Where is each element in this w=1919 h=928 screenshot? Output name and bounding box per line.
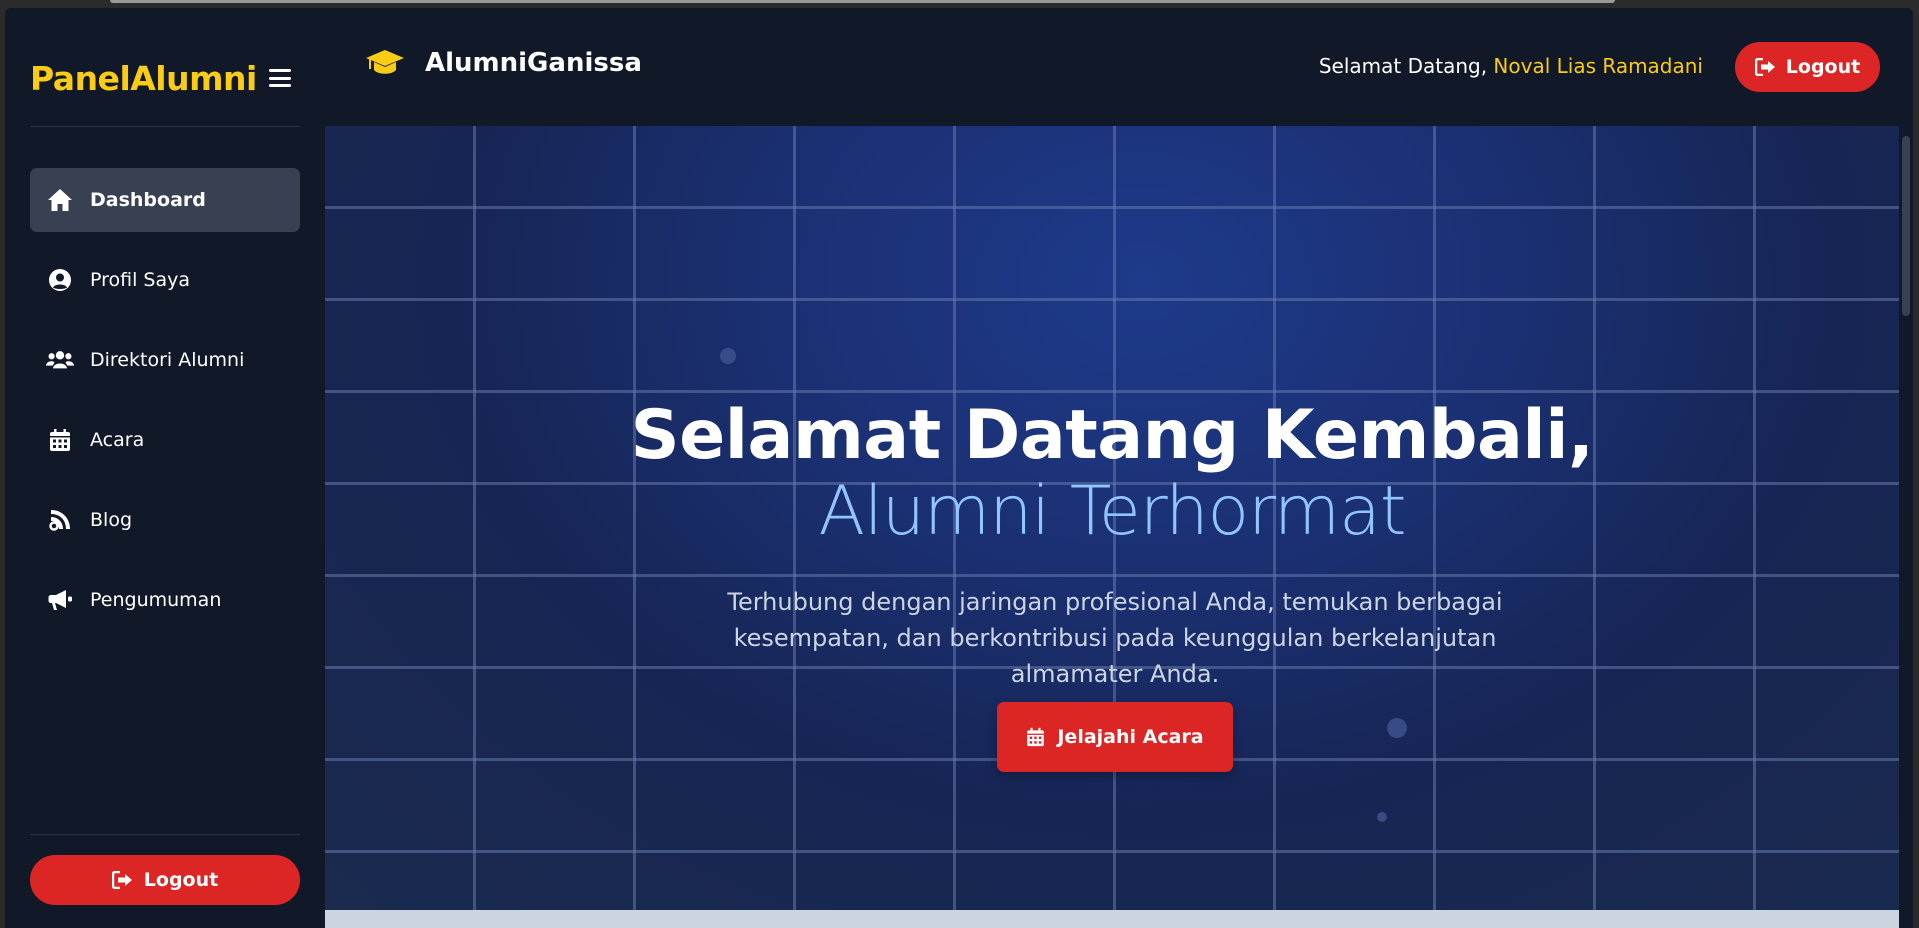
explore-events-button[interactable]: Jelajahi Acara — [997, 702, 1233, 772]
sign-out-icon — [111, 871, 134, 889]
sidebar-item-blog[interactable]: Blog — [30, 488, 300, 552]
sidebar-item-direktori-alumni[interactable]: Direktori Alumni — [30, 328, 300, 392]
sidebar-divider-top — [30, 126, 300, 127]
hero-description: Terhubung dengan jaringan profesional An… — [727, 588, 1503, 688]
content-bottom-strip — [325, 910, 1899, 928]
sidebar-item-dashboard[interactable]: Dashboard — [30, 168, 300, 232]
app-title-text: AlumniGanissa — [425, 48, 642, 78]
sidebar-item-label: Acara — [90, 429, 145, 451]
sidebar-divider-bottom — [30, 834, 300, 835]
home-icon — [46, 186, 74, 214]
sidebar-item-label: Profil Saya — [90, 269, 191, 291]
sidebar-logout-label: Logout — [143, 869, 219, 891]
hero-title: Selamat Datang Kembali, — [630, 396, 1594, 475]
sidebar: PanelAlumni Dashboard Profil Saya Direkt… — [5, 8, 325, 928]
sidebar-item-label: Blog — [90, 509, 132, 531]
sign-out-icon — [1754, 58, 1777, 76]
sidebar-item-label: Direktori Alumni — [90, 349, 245, 371]
app-window: PanelAlumni Dashboard Profil Saya Direkt… — [5, 8, 1913, 928]
explore-events-label: Jelajahi Acara — [1057, 726, 1204, 748]
welcome-message: Selamat Datang, Noval Lias Ramadani — [1319, 54, 1703, 78]
blog-icon — [46, 506, 74, 534]
sidebar-item-profil-saya[interactable]: Profil Saya — [30, 248, 300, 312]
window-top-edge — [110, 0, 1615, 3]
scrollbar-thumb[interactable] — [1902, 136, 1910, 316]
header-logout-label: Logout — [1785, 56, 1861, 78]
app-title: AlumniGanissa — [365, 48, 642, 78]
user-circle-icon — [46, 266, 74, 294]
top-header: AlumniGanissa Selamat Datang, Noval Lias… — [325, 8, 1913, 126]
decorative-dot — [1377, 812, 1387, 822]
sidebar-item-label: Pengumuman — [90, 589, 222, 611]
users-icon — [46, 346, 74, 374]
decorative-dot — [720, 348, 736, 364]
welcome-prefix: Selamat Datang, — [1318, 54, 1488, 78]
sidebar-brand-row: PanelAlumni — [30, 58, 291, 98]
megaphone-icon — [46, 586, 74, 614]
hero-subtitle: Alumni Terhormat — [818, 472, 1407, 551]
hero-section: Selamat Datang Kembali, Alumni Terhormat… — [325, 126, 1899, 910]
page-scrollbar[interactable] — [1899, 126, 1913, 928]
sidebar-nav: Dashboard Profil Saya Direktori Alumni A… — [30, 168, 300, 648]
header-logout-button[interactable]: Logout — [1735, 42, 1880, 92]
calendar-icon — [1026, 727, 1045, 747]
hamburger-menu-icon[interactable] — [268, 69, 291, 87]
graduation-cap-icon — [365, 49, 405, 77]
sidebar-item-pengumuman[interactable]: Pengumuman — [30, 568, 300, 632]
sidebar-logout-button[interactable]: Logout — [30, 855, 300, 905]
calendar-icon — [46, 426, 74, 454]
sidebar-item-acara[interactable]: Acara — [30, 408, 300, 472]
brand-logo-text: PanelAlumni — [30, 58, 257, 98]
decorative-dot — [1387, 718, 1407, 738]
sidebar-item-label: Dashboard — [90, 189, 206, 211]
user-name: Noval Lias Ramadani — [1493, 54, 1703, 78]
